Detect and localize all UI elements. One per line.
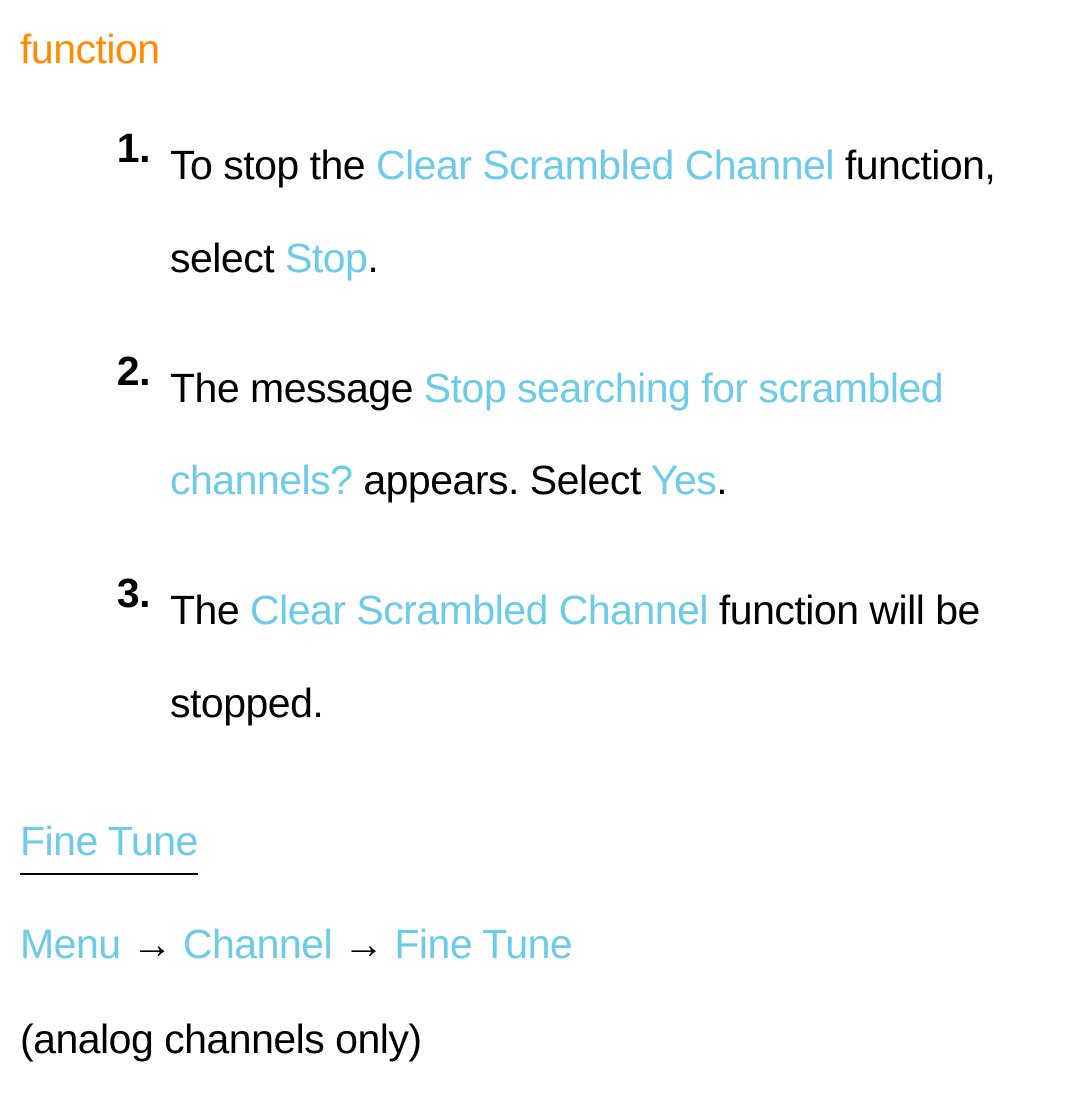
breadcrumb-item: Fine Tune xyxy=(394,921,572,967)
ui-term: Clear Scrambled Channel xyxy=(250,587,708,633)
breadcrumb-separator: → xyxy=(332,921,394,967)
step-text: The message Stop searching for scrambled… xyxy=(170,342,1060,527)
list-item: 2. The message Stop searching for scramb… xyxy=(100,342,1060,527)
breadcrumb-separator: → xyxy=(121,921,183,967)
text: . xyxy=(716,457,727,503)
ui-term: Clear Scrambled Channel xyxy=(376,142,834,188)
list-item: 3. The Clear Scrambled Channel function … xyxy=(100,564,1060,749)
ui-term: Yes xyxy=(651,457,716,503)
ui-term: Stop xyxy=(285,235,367,281)
breadcrumb-item: Channel xyxy=(183,921,332,967)
text: . xyxy=(367,235,378,281)
text: appears. Select xyxy=(352,457,650,503)
step-number: 2. xyxy=(100,342,170,527)
text: The message xyxy=(170,365,424,411)
step-number: 3. xyxy=(100,564,170,749)
section-title: Fine Tune xyxy=(20,812,198,875)
list-item: 1. To stop the Clear Scrambled Channel f… xyxy=(100,119,1060,304)
breadcrumb-item: Menu xyxy=(20,921,121,967)
menu-path: Menu → Channel → Fine Tune xyxy=(20,915,1060,974)
ordered-list: 1. To stop the Clear Scrambled Channel f… xyxy=(100,119,1060,749)
text: To stop the xyxy=(170,142,376,188)
step-number: 1. xyxy=(100,119,170,304)
step-text: To stop the Clear Scrambled Channel func… xyxy=(170,119,1060,304)
note-text: (analog channels only) xyxy=(20,1010,1060,1069)
section-heading: function xyxy=(20,20,1060,79)
step-text: The Clear Scrambled Channel function wil… xyxy=(170,564,1060,749)
text: The xyxy=(170,587,250,633)
